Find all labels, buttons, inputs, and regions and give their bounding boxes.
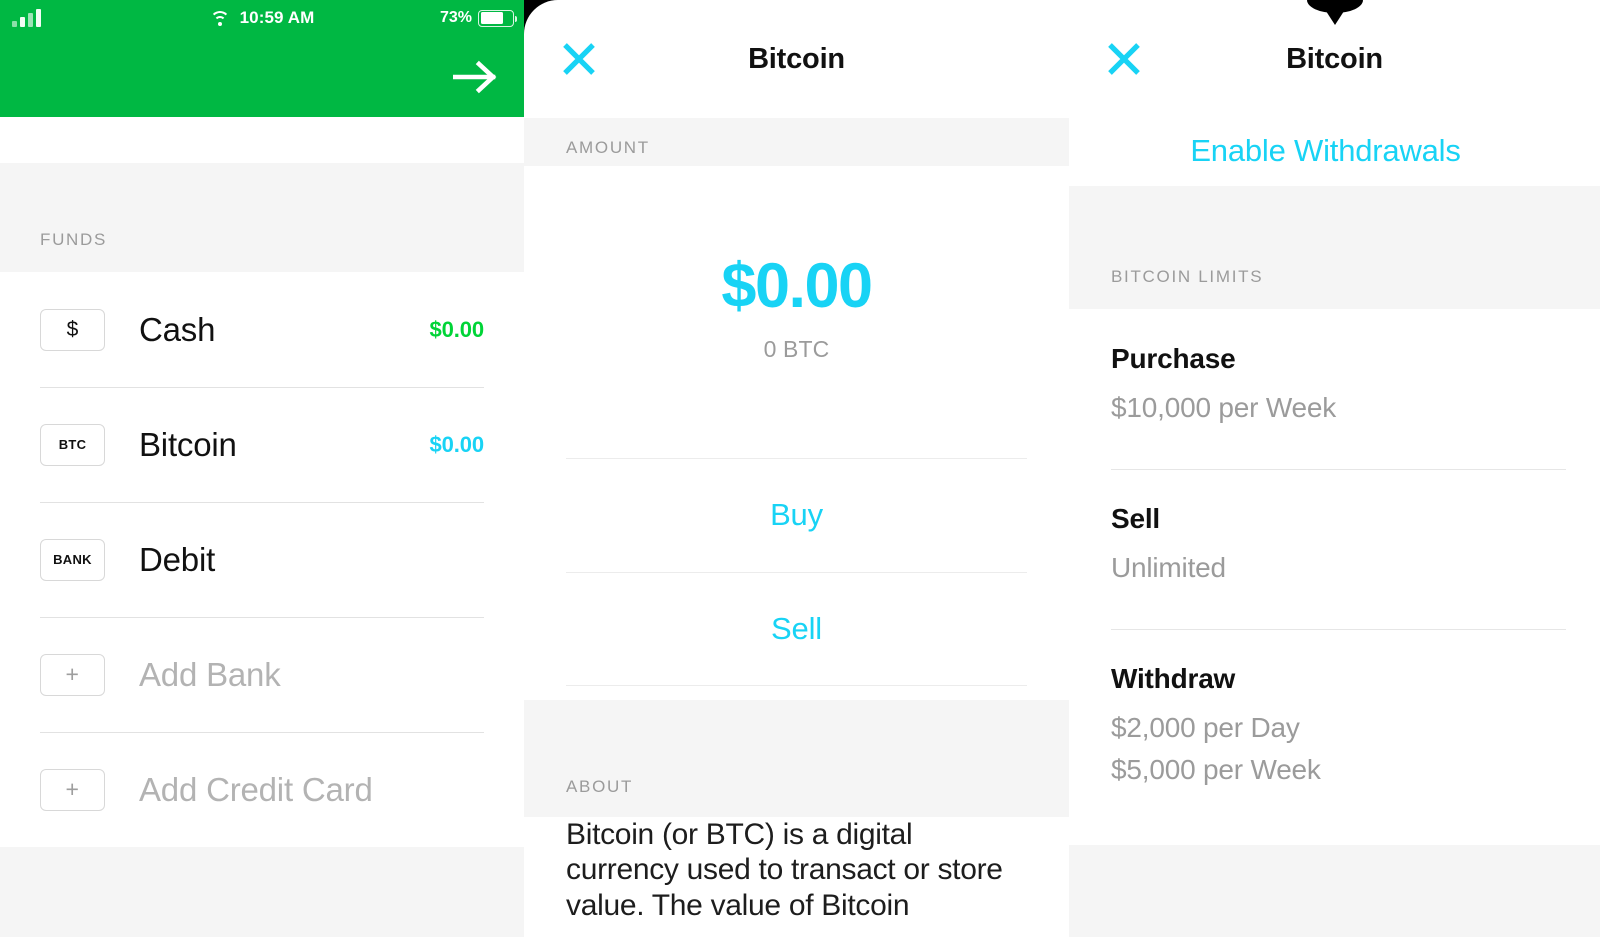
fund-label: Cash	[139, 310, 216, 348]
middle-modal-header: Bitcoin	[524, 0, 1069, 118]
amount-section-header: AMOUNT	[524, 118, 1069, 166]
limits-section-label: BITCOIN LIMITS	[1111, 267, 1264, 286]
status-bar: 10:59 AM 73%	[0, 0, 524, 36]
enable-withdrawals-button[interactable]: Enable Withdrawals	[1069, 118, 1600, 184]
amount-section-label: AMOUNT	[566, 138, 650, 157]
arrow-right-icon[interactable]	[450, 57, 502, 97]
limit-title: Purchase	[1111, 343, 1236, 374]
fund-label: Debit	[139, 540, 216, 578]
plus-icon: +	[40, 653, 105, 696]
plus-icon: +	[40, 768, 105, 811]
fund-row-bitcoin[interactable]: BTC Bitcoin $0.00	[40, 387, 484, 502]
fund-label: Bitcoin	[139, 425, 237, 463]
limit-title: Sell	[1111, 503, 1161, 534]
about-section-header: ABOUT	[524, 700, 1069, 817]
limit-row-sell: Sell Unlimited	[1111, 469, 1566, 629]
amount-secondary-value: 0 BTC	[763, 335, 830, 362]
limit-value: Unlimited	[1111, 552, 1226, 583]
fund-row-add-bank[interactable]: + Add Bank	[40, 617, 484, 732]
left-bottom-band	[0, 847, 524, 937]
screenshot-stage: 10:59 AM 73% FUNDS $ Cash $0.00 BTC Bitc…	[0, 0, 1600, 937]
btc-chip-icon: BTC	[40, 423, 105, 466]
enable-withdrawals-label: Enable Withdrawals	[1190, 133, 1461, 168]
close-x-icon[interactable]	[1069, 0, 1179, 118]
amount-primary-value: $0.00	[721, 250, 873, 321]
battery-icon	[478, 9, 518, 27]
right-modal-header: Bitcoin	[1069, 0, 1600, 118]
fund-label: Add Credit Card	[139, 770, 373, 808]
limit-value: $10,000 per Week	[1111, 392, 1337, 423]
limit-value: $2,000 per Day	[1111, 712, 1300, 743]
fund-amount: $0.00	[429, 431, 484, 457]
header-white-gap	[0, 117, 524, 163]
limit-row-purchase: Purchase $10,000 per Week	[1111, 309, 1566, 469]
bank-chip-icon: BANK	[40, 538, 105, 581]
about-description: Bitcoin (or BTC) is a digital currency u…	[566, 818, 1003, 922]
about-section-label: ABOUT	[566, 777, 634, 796]
funds-section-header: FUNDS	[0, 163, 524, 272]
close-x-icon[interactable]	[524, 0, 634, 118]
buy-button[interactable]: Buy	[566, 458, 1027, 572]
fund-row-add-credit-card[interactable]: + Add Credit Card	[40, 732, 484, 847]
bitcoin-limits-screen: Bitcoin Enable Withdrawals BITCOIN LIMIT…	[1069, 0, 1600, 937]
funds-list: $ Cash $0.00 BTC Bitcoin $0.00 BANK Debi…	[0, 272, 524, 847]
fund-row-debit[interactable]: BANK Debit	[40, 502, 484, 617]
limit-row-withdraw: Withdraw $2,000 per Day $5,000 per Week	[1111, 629, 1566, 831]
funds-section-label: FUNDS	[40, 230, 108, 249]
wifi-icon	[209, 10, 230, 26]
sell-button[interactable]: Sell	[566, 572, 1027, 686]
cash-chip-icon: $	[40, 308, 105, 351]
limit-value: $5,000 per Week	[1111, 754, 1321, 785]
limits-list: Purchase $10,000 per Week Sell Unlimited…	[1111, 309, 1566, 831]
limits-section-header: BITCOIN LIMITS	[1069, 186, 1600, 309]
amount-display[interactable]: $0.00 0 BTC	[524, 166, 1069, 446]
fund-label: Add Bank	[139, 655, 281, 693]
status-bar-time: 10:59 AM	[239, 8, 315, 27]
bitcoin-amount-screen: Bitcoin AMOUNT $0.00 0 BTC Buy Sell ABOU…	[524, 0, 1069, 937]
status-bar-right: 73%	[439, 0, 518, 36]
fund-row-cash[interactable]: $ Cash $0.00	[40, 272, 484, 387]
trade-actions: Buy Sell	[566, 458, 1027, 686]
cash-app-funds-screen: 10:59 AM 73% FUNDS $ Cash $0.00 BTC Bitc…	[0, 0, 524, 937]
green-header-bar	[0, 36, 524, 117]
fund-amount: $0.00	[429, 316, 484, 342]
right-bottom-band	[1069, 845, 1600, 937]
page-title: Bitcoin	[1286, 42, 1383, 75]
battery-percent: 73%	[439, 9, 472, 26]
page-title: Bitcoin	[748, 42, 845, 75]
limit-title: Withdraw	[1111, 663, 1236, 694]
